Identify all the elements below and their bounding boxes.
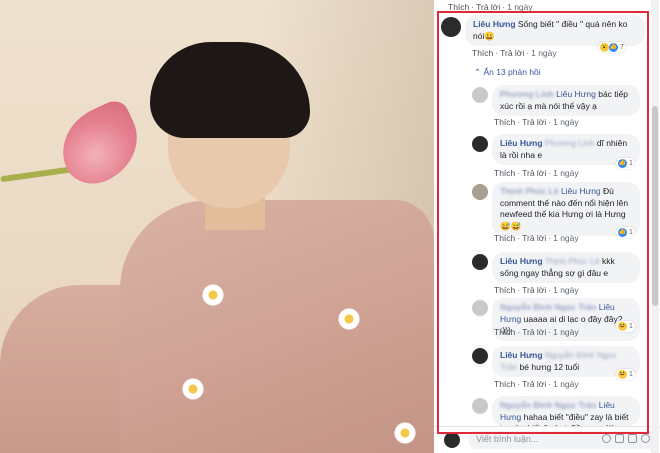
reply-item: Phương Linh Liêu Hưng bác tiếp xúc rồi ạ… — [472, 85, 640, 116]
daisy-icon — [200, 282, 226, 308]
haha-reaction-icon: 😆 — [618, 322, 627, 331]
reply-bubble: Nguyễn Đình Ngọc Trân Liêu Hưng hahaa bi… — [492, 396, 640, 426]
reply-actions: Thích · Trả lời · 1 ngày — [494, 379, 579, 389]
reply-author[interactable]: Liêu Hưng — [500, 350, 543, 360]
avatar — [444, 432, 460, 448]
reply-link[interactable]: Trả lời — [476, 2, 500, 12]
jacket — [120, 200, 434, 453]
reply-author[interactable]: Liêu Hưng — [500, 138, 543, 148]
reaction-badge[interactable]: 😮 👍 7 — [598, 42, 626, 53]
reply-item: Liêu Hưng Phương Linh dĩ nhiên là rồi nh… — [472, 134, 640, 165]
like-link[interactable]: Thích — [494, 327, 515, 337]
reaction-count: 7 — [620, 44, 624, 51]
emoji-icon[interactable] — [602, 434, 611, 443]
avatar[interactable] — [472, 184, 488, 200]
haha-reaction-icon: 😆 — [618, 370, 627, 379]
composer-icons — [602, 434, 650, 443]
reply-author[interactable]: Liêu Hưng — [500, 256, 543, 266]
reply-tag[interactable]: Liêu Hưng — [561, 186, 601, 196]
comment-placeholder: Viết bình luận... — [476, 434, 539, 444]
scrollbar-thumb[interactable] — [652, 106, 658, 306]
reaction-badge[interactable]: 😆 1 — [616, 369, 635, 380]
avatar[interactable] — [472, 300, 488, 316]
timestamp: 1 ngày — [553, 117, 579, 127]
timestamp: 1 ngày — [553, 379, 579, 389]
reply-link[interactable]: Trả lời — [522, 327, 546, 337]
avatar[interactable] — [472, 87, 488, 103]
avatar[interactable] — [472, 254, 488, 270]
reply-link[interactable]: Trả lời — [522, 379, 546, 389]
reply-actions: Thích · Trả lời · 1 ngày — [494, 117, 579, 127]
like-reaction-icon: 👍 — [618, 228, 627, 237]
reply-author[interactable]: Nguyễn Đình Ngọc Trân — [500, 302, 596, 312]
like-reaction-icon: 👍 — [618, 159, 627, 168]
avatar[interactable] — [441, 17, 461, 37]
hide-replies-link[interactable]: ⌃ Ẩn 13 phản hồi — [474, 67, 541, 78]
avatar[interactable] — [472, 348, 488, 364]
wow-reaction-icon: 😮 — [600, 43, 609, 52]
daisy-icon — [392, 420, 418, 446]
reply-link[interactable]: Trả lời — [522, 285, 546, 295]
daisy-icon — [336, 306, 362, 332]
reaction-count: 1 — [629, 160, 633, 167]
timestamp: 1 ngày — [553, 327, 579, 337]
reply-bubble: Liêu Hưng Thịnh Phúc Lê kkk sống ngay th… — [492, 252, 640, 283]
reply-actions: Thích · Trả lời · 1 ngày — [494, 327, 579, 337]
reply-link[interactable]: Trả lời — [522, 233, 546, 243]
like-link[interactable]: Thích — [472, 48, 493, 58]
sticker-icon[interactable] — [641, 434, 650, 443]
hide-replies-label: Ẩn 13 phản hồi — [483, 67, 541, 77]
like-link[interactable]: Thích — [494, 168, 515, 178]
daisy-icon — [180, 376, 206, 402]
calla-lily-flower — [48, 96, 152, 194]
reply-link[interactable]: Trả lời — [522, 168, 546, 178]
reply-item: Thịnh Phúc Lê Liêu Hưng Đù comment thế n… — [472, 182, 640, 236]
reply-item: Nguyễn Đình Ngọc Trân Liêu Hưng hahaa bi… — [472, 396, 640, 426]
sweat-smile-emoji-icon: 😅😅 — [500, 220, 522, 231]
post-photo[interactable] — [0, 0, 434, 453]
reply-author[interactable]: Nguyễn Đình Ngọc Trân — [500, 400, 596, 410]
reply-item: Liêu Hưng Thịnh Phúc Lê kkk sống ngay th… — [472, 252, 640, 283]
timestamp: 1 ngày — [553, 168, 579, 178]
reaction-count: 1 — [629, 371, 633, 378]
reply-tag[interactable]: Phương Linh — [545, 138, 595, 148]
avatar[interactable] — [472, 136, 488, 152]
like-reaction-icon: 👍 — [609, 43, 618, 52]
reply-link[interactable]: Trả lời — [500, 48, 524, 58]
comment-composer: Viết bình luận... — [434, 426, 660, 453]
reply-text: bé hưng 12 tuổi — [519, 361, 580, 372]
like-link[interactable]: Thích — [448, 2, 469, 12]
reaction-count: 1 — [629, 229, 633, 236]
reply-author[interactable]: Phương Linh — [500, 89, 554, 99]
reply-author[interactable]: Thịnh Phúc Lê — [500, 186, 559, 196]
timestamp: 1 ngày — [553, 233, 579, 243]
comment-author[interactable]: Liêu Hưng — [473, 19, 516, 29]
timestamp: 1 ngày — [553, 285, 579, 295]
reply-item: Liêu Hưng Nguyễn Đình Ngọc Trân bé hưng … — [472, 346, 640, 377]
smile-emoji-icon: 😀 — [484, 30, 495, 41]
timestamp: 1 ngày — [507, 2, 533, 12]
reaction-count: 1 — [629, 323, 633, 330]
reply-bubble: Phương Linh Liêu Hưng bác tiếp xúc rồi ạ… — [492, 85, 640, 116]
like-link[interactable]: Thích — [494, 117, 515, 127]
gif-icon[interactable] — [628, 434, 637, 443]
reply-actions: Thích · Trả lời · 1 ngày — [494, 233, 579, 243]
reply-actions: Thích · Trả lời · 1 ngày — [494, 168, 579, 178]
main-comment-actions: Thích · Trả lời · 1 ngày — [472, 48, 557, 58]
reply-tag[interactable]: Liêu Hưng — [556, 89, 596, 99]
like-link[interactable]: Thích — [494, 285, 515, 295]
timestamp: 1 ngày — [531, 48, 557, 58]
reply-link[interactable]: Trả lời — [522, 117, 546, 127]
reaction-badge[interactable]: 😆 1 — [616, 321, 635, 332]
like-link[interactable]: Thích — [494, 379, 515, 389]
reply-actions: Thích · Trả lời · 1 ngày — [494, 285, 579, 295]
reaction-badge[interactable]: 👍 1 — [616, 158, 635, 169]
prev-comment-actions: Thích · Trả lời · 1 ngày — [448, 2, 533, 12]
avatar[interactable] — [472, 398, 488, 414]
like-link[interactable]: Thích — [494, 233, 515, 243]
reaction-badge[interactable]: 👍 1 — [616, 227, 635, 238]
camera-icon[interactable] — [615, 434, 624, 443]
reply-tag[interactable]: Thịnh Phúc Lê — [545, 256, 600, 266]
